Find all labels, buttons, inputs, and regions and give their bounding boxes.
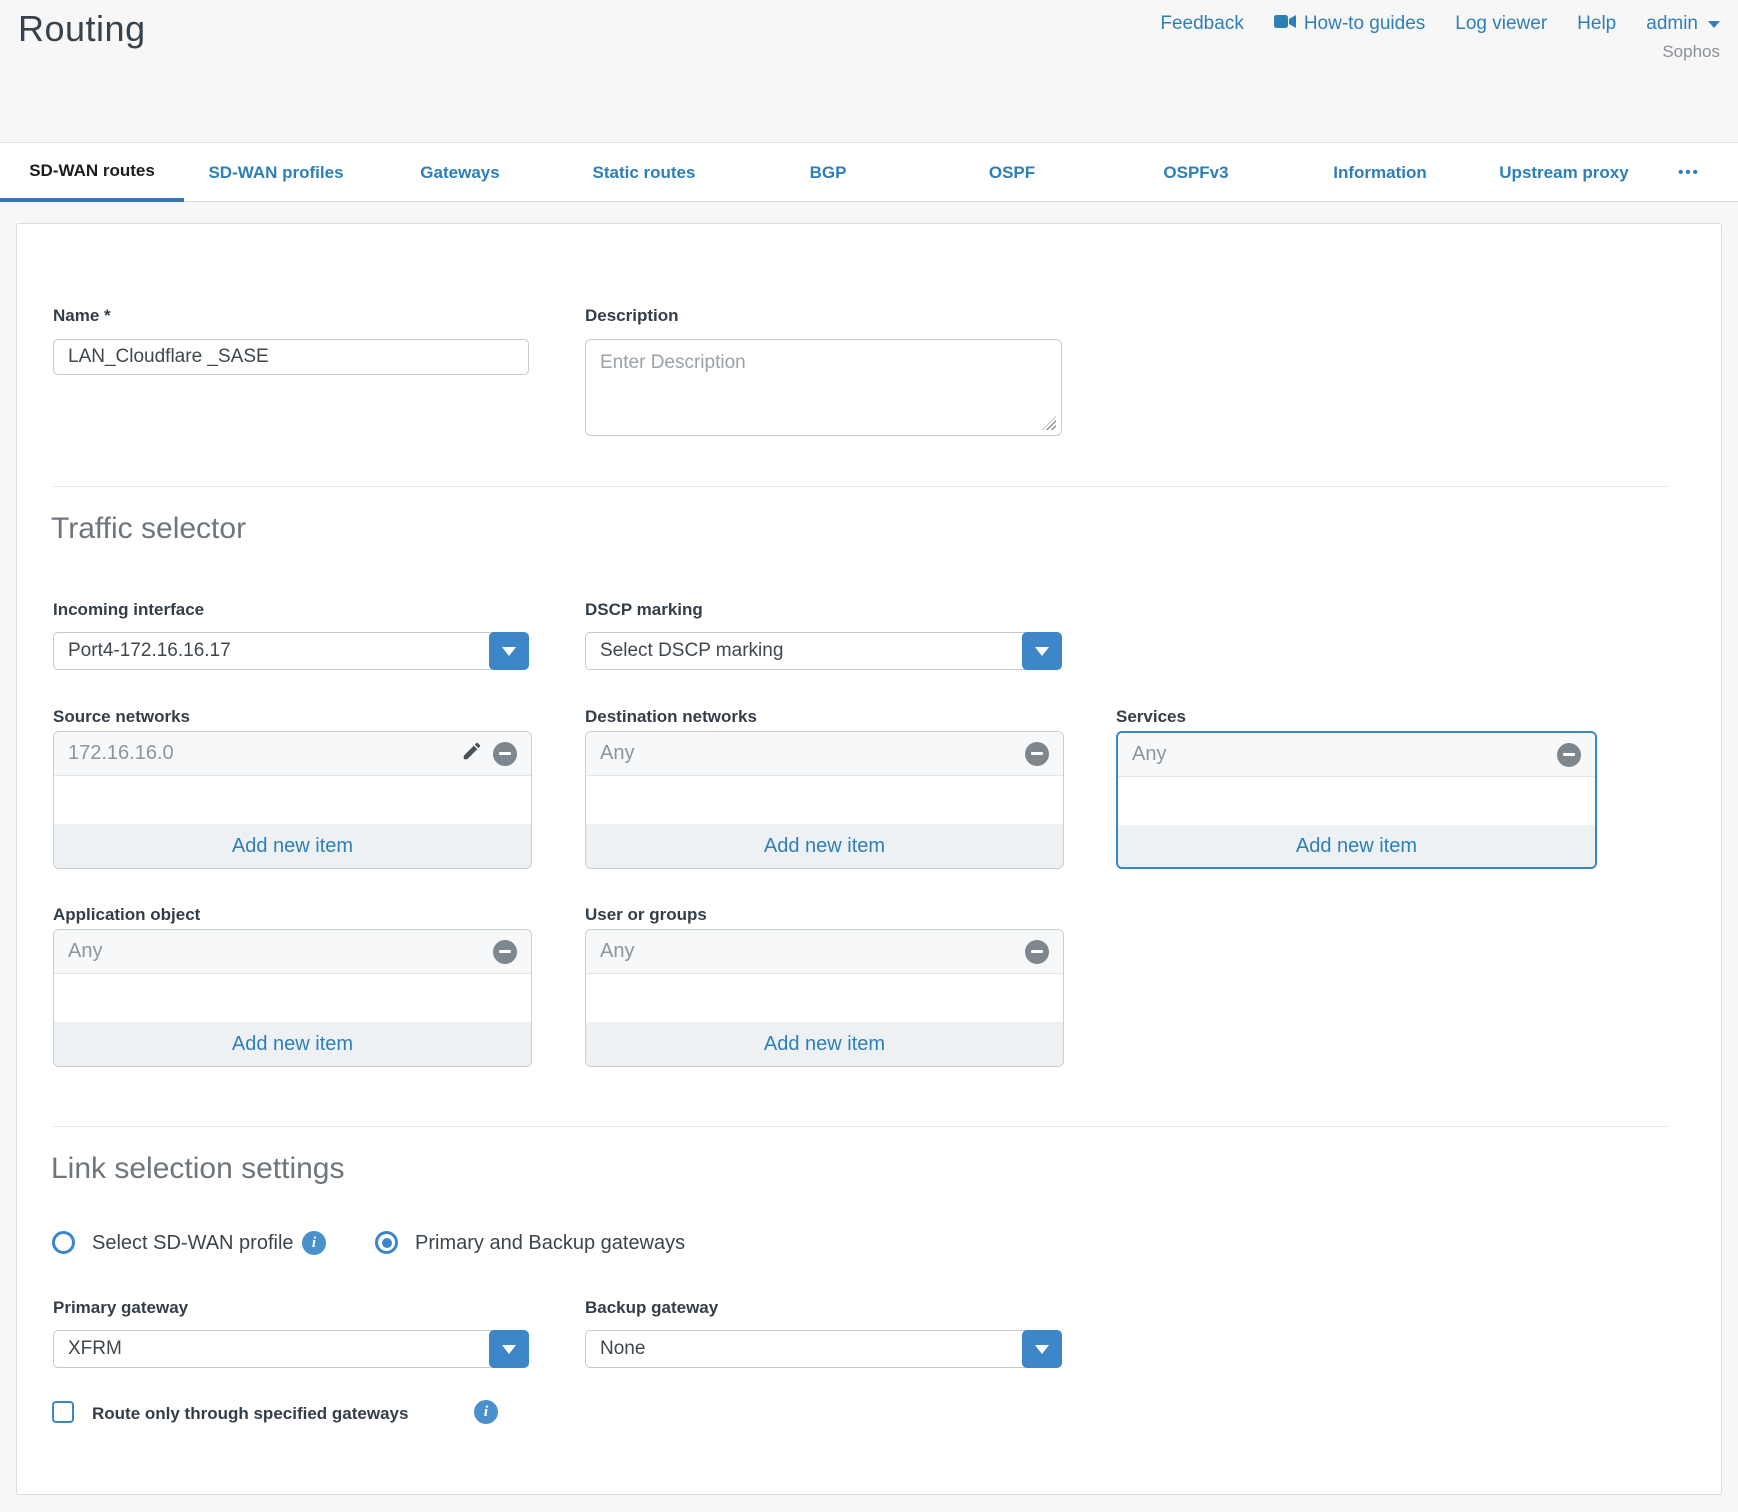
source-networks-panel: 172.16.16.0 Add new item [53, 731, 532, 869]
add-new-item-button[interactable]: Add new item [586, 824, 1063, 868]
incoming-interface-label: Incoming interface [53, 600, 204, 620]
remove-item-icon[interactable] [493, 940, 517, 964]
caret-down-icon [1708, 21, 1720, 28]
incoming-interface-select[interactable]: Port4-172.16.16.17 [53, 632, 529, 670]
remove-item-icon[interactable] [1025, 940, 1049, 964]
description-textarea[interactable] [585, 339, 1062, 436]
remove-item-icon[interactable] [493, 742, 517, 766]
radio-label-primary-backup: Primary and Backup gateways [415, 1232, 685, 1255]
tab-gateways[interactable]: Gateways [368, 143, 552, 202]
services-panel: Any Add new item [1116, 731, 1597, 869]
primary-gateway-select[interactable]: XFRM [53, 1330, 529, 1368]
backup-gateway-select[interactable]: None [585, 1330, 1062, 1368]
radio-label-sdwan-profile: Select SD-WAN profile [92, 1232, 294, 1255]
list-item: Any [54, 930, 531, 974]
brand-label: Sophos [1662, 42, 1720, 62]
list-item-text: Any [68, 940, 493, 963]
dropdown-button[interactable] [1022, 1330, 1062, 1368]
add-new-item-button[interactable]: Add new item [1118, 825, 1595, 867]
list-item-text: Any [600, 940, 1025, 963]
tab-information[interactable]: Information [1288, 143, 1472, 202]
services-label: Services [1116, 707, 1186, 727]
tab-overflow-menu[interactable]: ••• [1656, 143, 1722, 202]
user-or-groups-panel: Any Add new item [585, 929, 1064, 1067]
dropdown-button[interactable] [489, 1330, 529, 1368]
primary-gateway-label: Primary gateway [53, 1298, 188, 1318]
destination-networks-label: Destination networks [585, 707, 757, 727]
radio-primary-backup-gateways[interactable] [375, 1231, 398, 1254]
list-item-text: Any [1132, 743, 1557, 766]
source-networks-label: Source networks [53, 707, 190, 727]
dropdown-button[interactable] [1022, 632, 1062, 670]
edit-pencil-icon[interactable] [461, 740, 483, 767]
list-item: 172.16.16.0 [54, 732, 531, 776]
remove-item-icon[interactable] [1025, 742, 1049, 766]
video-camera-icon [1274, 13, 1296, 35]
dscp-marking-select[interactable]: Select DSCP marking [585, 632, 1062, 670]
add-new-item-button[interactable]: Add new item [586, 1022, 1063, 1066]
name-input[interactable] [53, 339, 529, 375]
tab-sd-wan-routes[interactable]: SD-WAN routes [0, 143, 184, 202]
description-label: Description [585, 306, 679, 326]
routing-page: Routing Feedback How-to guides Log viewe… [0, 0, 1738, 1512]
section-divider [53, 486, 1668, 487]
tab-upstream-proxy[interactable]: Upstream proxy [1472, 143, 1656, 202]
log-viewer-link[interactable]: Log viewer [1455, 13, 1547, 35]
route-only-label: Route only through specified gateways [92, 1404, 408, 1424]
tab-sd-wan-profiles[interactable]: SD-WAN profiles [184, 143, 368, 202]
dscp-marking-label: DSCP marking [585, 600, 703, 620]
tab-ospf[interactable]: OSPF [920, 143, 1104, 202]
info-icon[interactable] [302, 1231, 326, 1255]
help-link[interactable]: Help [1577, 13, 1616, 35]
application-object-panel: Any Add new item [53, 929, 532, 1067]
list-item-text: 172.16.16.0 [68, 742, 461, 765]
add-new-item-button[interactable]: Add new item [54, 1022, 531, 1066]
dropdown-button[interactable] [489, 632, 529, 670]
name-label: Name * [53, 306, 111, 326]
how-to-guides-link[interactable]: How-to guides [1274, 13, 1425, 35]
header-links: Feedback How-to guides Log viewer Help a… [1160, 13, 1720, 35]
traffic-selector-heading: Traffic selector [51, 512, 246, 546]
tab-bar: SD-WAN routesSD-WAN profilesGatewaysStat… [0, 142, 1738, 202]
application-object-label: Application object [53, 905, 200, 925]
tab-static-routes[interactable]: Static routes [552, 143, 736, 202]
radio-select-sdwan-profile[interactable] [52, 1231, 75, 1254]
admin-menu[interactable]: admin [1646, 13, 1720, 35]
list-item: Any [1118, 733, 1595, 777]
list-item: Any [586, 732, 1063, 776]
link-selection-heading: Link selection settings [51, 1152, 345, 1186]
list-item: Any [586, 930, 1063, 974]
destination-networks-panel: Any Add new item [585, 731, 1064, 869]
list-item-text: Any [600, 742, 1025, 765]
remove-item-icon[interactable] [1557, 743, 1581, 767]
info-icon[interactable] [474, 1400, 498, 1424]
tab-ospfv3[interactable]: OSPFv3 [1104, 143, 1288, 202]
add-new-item-button[interactable]: Add new item [54, 824, 531, 868]
section-divider [53, 1126, 1668, 1127]
feedback-link[interactable]: Feedback [1160, 13, 1243, 35]
backup-gateway-label: Backup gateway [585, 1298, 718, 1318]
tab-bgp[interactable]: BGP [736, 143, 920, 202]
page-title: Routing [18, 8, 146, 50]
user-or-groups-label: User or groups [585, 905, 707, 925]
route-only-checkbox[interactable] [52, 1401, 74, 1423]
